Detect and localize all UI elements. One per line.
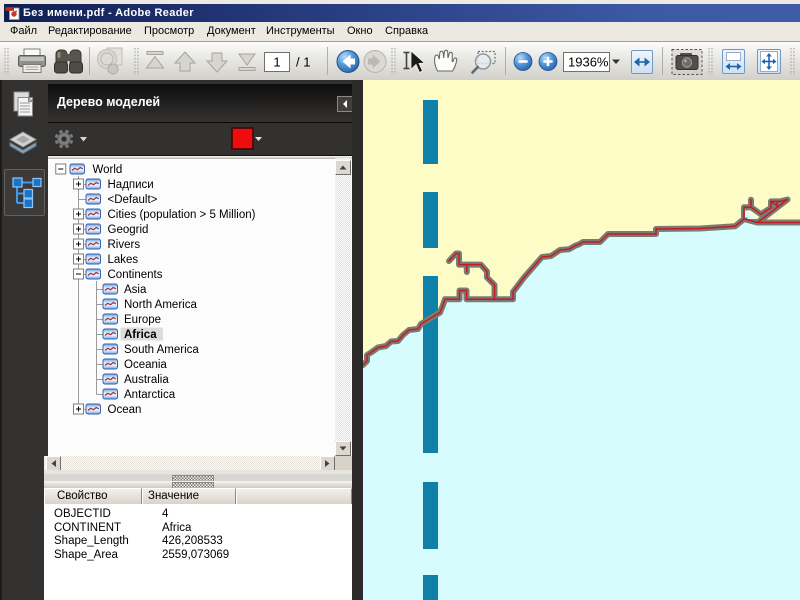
svg-text:World: World [93,164,123,176]
svg-text:Africa: Africa [124,329,157,341]
svg-text:South America: South America [124,344,199,356]
svg-text:Europe: Europe [124,314,161,326]
svg-text:Cities (population > 5 Million: Cities (population > 5 Million) [108,209,256,221]
svg-text:Ocean: Ocean [108,404,142,416]
svg-text:Antarctica: Antarctica [124,389,176,401]
svg-text:Lakes: Lakes [108,254,139,266]
svg-text:/ 1: / 1 [296,55,310,70]
svg-text:<Default>: <Default> [108,194,158,206]
svg-text:Надписи: Надписи [108,179,154,191]
svg-text:North America: North America [124,299,197,311]
svg-text:Rivers: Rivers [108,239,141,251]
svg-text:Australia: Australia [124,374,169,386]
svg-text:1: 1 [273,55,280,70]
svg-text:Geogrid: Geogrid [108,224,149,236]
svg-text:Asia: Asia [124,284,147,296]
svg-text:Continents: Continents [108,269,163,281]
svg-text:Oceania: Oceania [124,359,167,371]
svg-text:1936%: 1936% [568,55,609,70]
